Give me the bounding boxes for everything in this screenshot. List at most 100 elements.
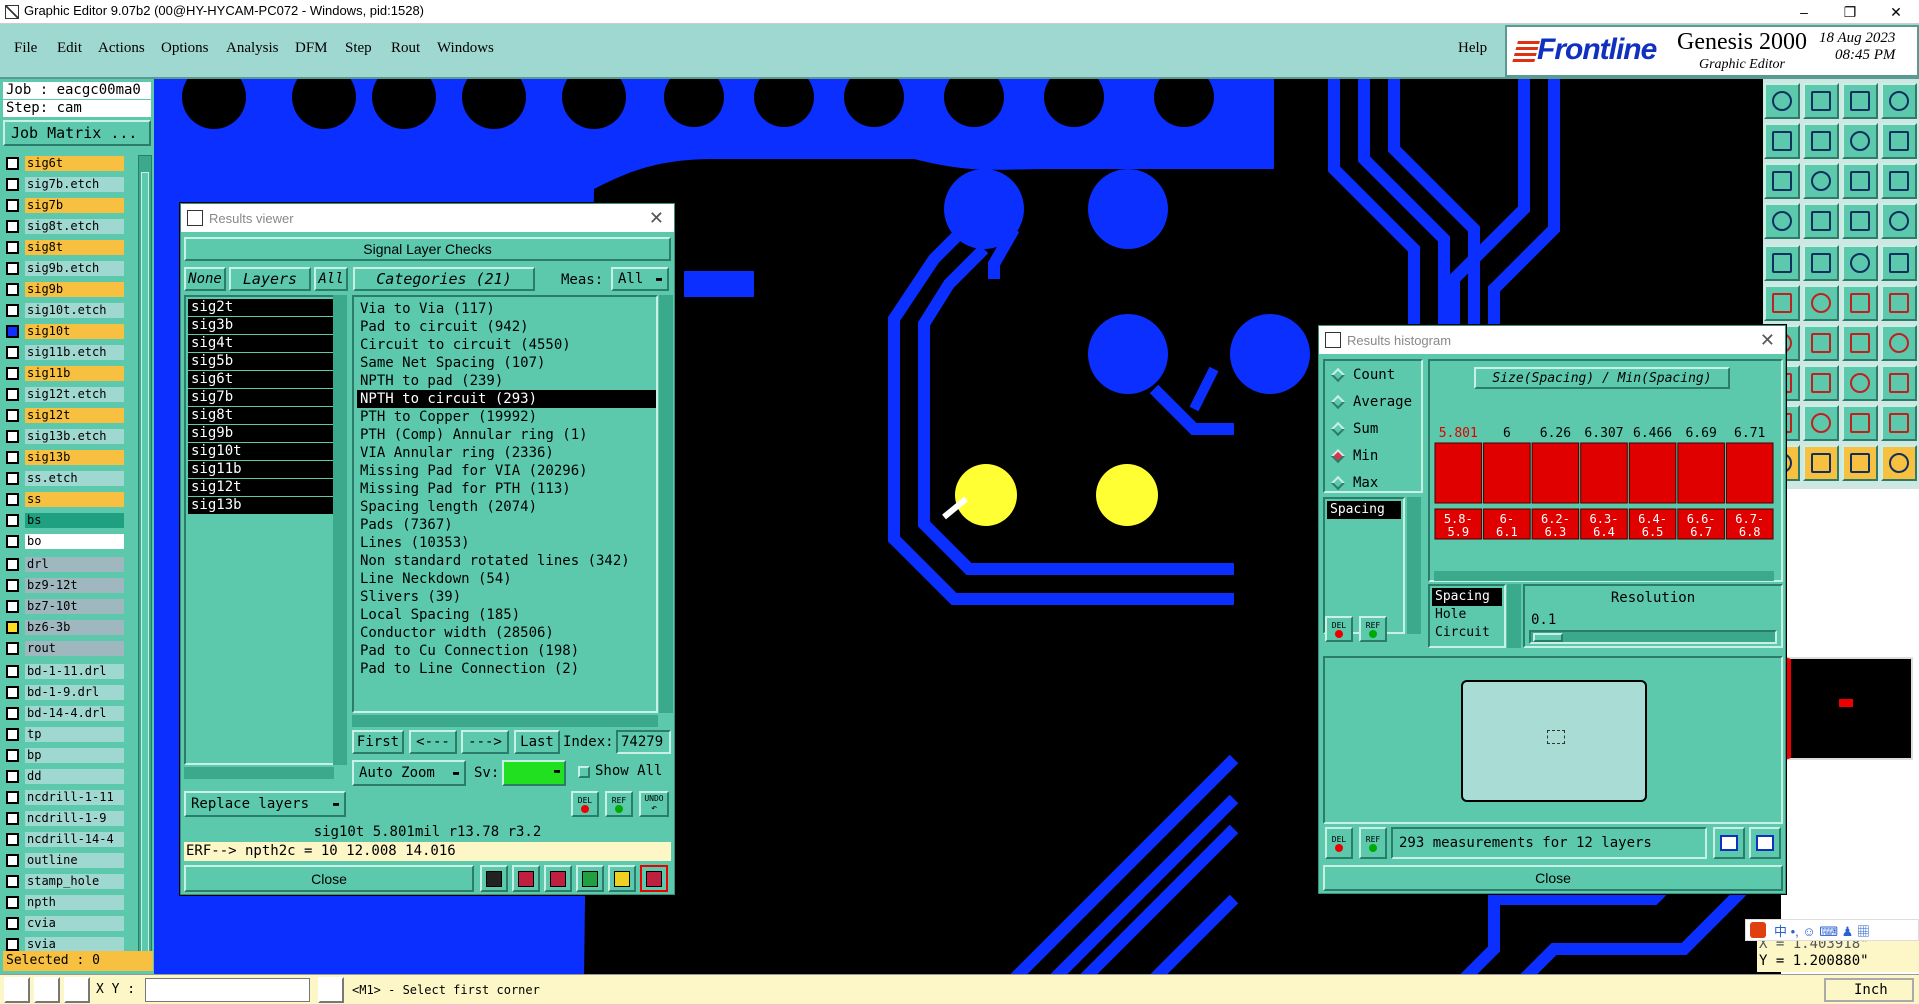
- layer-row[interactable]: sig6t: [6, 155, 124, 171]
- next-button[interactable]: --->: [461, 730, 509, 754]
- categories-button[interactable]: Categories (21): [353, 267, 535, 291]
- grid-icon[interactable]: [1803, 203, 1839, 239]
- chart-title-button[interactable]: Size(Spacing) / Min(Spacing): [1474, 367, 1730, 389]
- menu-file[interactable]: File: [14, 40, 37, 57]
- attribute-list[interactable]: Spacing Hole Circuit: [1428, 584, 1506, 648]
- layer-checkbox[interactable]: [6, 219, 19, 233]
- node-icon[interactable]: [1842, 285, 1878, 321]
- histogram-bar[interactable]: [1725, 442, 1774, 504]
- preview-box[interactable]: [1461, 680, 1647, 802]
- surface-icon[interactable]: [1881, 405, 1917, 441]
- histogram-close-button[interactable]: Close: [1323, 865, 1783, 891]
- close-window-button[interactable]: ✕: [1873, 0, 1919, 24]
- mode-min-radio[interactable]: Min: [1330, 448, 1378, 464]
- layer-label[interactable]: drl: [25, 556, 124, 572]
- layer-label[interactable]: cvia: [25, 915, 124, 931]
- category-item[interactable]: Pad to Line Connection (2): [357, 660, 656, 678]
- delete-icon[interactable]: [1803, 285, 1839, 321]
- layer-row[interactable]: bz9-12t: [6, 577, 124, 593]
- layer-row[interactable]: rout: [6, 640, 124, 656]
- prev-button[interactable]: <---: [409, 730, 457, 754]
- ref-button[interactable]: REF: [605, 791, 633, 817]
- result-layer-item[interactable]: sig3b: [188, 317, 335, 335]
- layer-row[interactable]: sig7b.etch: [6, 176, 124, 192]
- layer-row[interactable]: bd-14-4.drl: [6, 705, 124, 721]
- chart-hscroll[interactable]: [1434, 571, 1774, 581]
- ime-toolbar[interactable]: 中 •, ☺ ⌨ ♟ ▦: [1745, 919, 1919, 941]
- layer-list-scrollbar[interactable]: [138, 155, 152, 967]
- layer-row[interactable]: stamp_hole: [6, 873, 124, 889]
- category-item[interactable]: PTH to Copper (19992): [357, 408, 656, 426]
- layer-row[interactable]: ss.etch: [6, 470, 124, 486]
- result-layer-item[interactable]: sig9b: [188, 425, 335, 443]
- replace-layers-select[interactable]: Replace layers ▬: [184, 791, 346, 817]
- layer-checkbox[interactable]: [6, 534, 19, 548]
- category-list[interactable]: Via to Via (117) Pad to circuit (942) Circ…: [352, 295, 658, 713]
- menu-step[interactable]: Step: [345, 40, 372, 57]
- layer-checkbox[interactable]: [6, 387, 19, 401]
- layer-label[interactable]: bz7-10t: [25, 598, 124, 614]
- layer-label[interactable]: svia: [25, 936, 124, 952]
- layer-row[interactable]: ncdrill-14-4: [6, 831, 124, 847]
- result-layer-item[interactable]: sig5b: [188, 353, 335, 371]
- result-layer-item[interactable]: sig11b: [188, 461, 335, 479]
- layer-label[interactable]: sig11b.etch: [25, 344, 124, 360]
- layer-label[interactable]: rout: [25, 640, 124, 656]
- layer-row[interactable]: sig10t.etch: [6, 302, 124, 318]
- histogram-close-icon[interactable]: ✕: [1760, 330, 1775, 351]
- all-button[interactable]: All: [314, 267, 348, 291]
- result-layer-item[interactable]: sig12t: [188, 479, 335, 497]
- layer-label[interactable]: ncdrill-1-9: [25, 810, 124, 826]
- category-item[interactable]: Non standard rotated lines (342): [357, 552, 656, 570]
- layer-checkbox[interactable]: [6, 832, 19, 846]
- layer-row[interactable]: svia: [6, 936, 124, 952]
- result-layer-item[interactable]: sig7b: [188, 389, 335, 407]
- fit-icon[interactable]: [1881, 123, 1917, 159]
- category-item[interactable]: Conductor width (28506): [357, 624, 656, 642]
- layout-icon[interactable]: [1881, 83, 1917, 119]
- hist-del-button[interactable]: DEL: [1325, 616, 1353, 642]
- layer-checkbox[interactable]: [6, 366, 19, 380]
- layer-row[interactable]: tp: [6, 726, 124, 742]
- layer-checkbox[interactable]: [6, 685, 19, 699]
- layer-checkbox[interactable]: [6, 450, 19, 464]
- menu-options[interactable]: Options: [161, 40, 209, 57]
- layer-label[interactable]: bp: [25, 747, 124, 763]
- layers-button[interactable]: Layers: [229, 267, 311, 291]
- layer-row[interactable]: ncdrill-1-11: [6, 789, 124, 805]
- print-button[interactable]: [1749, 827, 1781, 859]
- attribute-list-scroll[interactable]: [1507, 584, 1521, 648]
- import-icon[interactable]: [1764, 83, 1800, 119]
- grid-icon[interactable]: [34, 977, 60, 1003]
- result-layer-item[interactable]: sig2t: [188, 299, 335, 317]
- layer-checkbox[interactable]: [6, 578, 19, 592]
- measure-icon[interactable]: [1764, 203, 1800, 239]
- clear-button[interactable]: [544, 865, 572, 892]
- xy-input[interactable]: [145, 978, 310, 1002]
- overview-map[interactable]: [1785, 657, 1913, 760]
- layer-row[interactable]: outline: [6, 852, 124, 868]
- layer-checkbox[interactable]: [6, 706, 19, 720]
- layer-checkbox[interactable]: [6, 408, 19, 422]
- result-layer-item[interactable]: sig8t: [188, 407, 335, 425]
- layer-label[interactable]: sig10t.etch: [25, 302, 124, 318]
- layer-label[interactable]: outline: [25, 852, 124, 868]
- layer-label[interactable]: bo: [25, 533, 124, 549]
- layer-label[interactable]: ncdrill-1-11: [25, 789, 124, 805]
- layer-row[interactable]: sig11b.etch: [6, 344, 124, 360]
- layer-checkbox[interactable]: [6, 811, 19, 825]
- help-icon[interactable]: [1881, 163, 1917, 199]
- signal-layer-checks-header[interactable]: Signal Layer Checks: [184, 237, 671, 261]
- hist-ref-button[interactable]: REF: [1359, 616, 1387, 642]
- layer-checkbox[interactable]: [6, 874, 19, 888]
- series-item[interactable]: Spacing: [1327, 501, 1401, 519]
- layer-checkbox[interactable]: [6, 282, 19, 296]
- shape-icon[interactable]: [1803, 405, 1839, 441]
- hist-del-button-2[interactable]: DEL: [1325, 827, 1353, 859]
- menu-rout[interactable]: Rout: [391, 40, 420, 57]
- layer-checkbox[interactable]: [6, 641, 19, 655]
- layer-row[interactable]: sig8t.etch: [6, 218, 124, 234]
- histogram-bar[interactable]: [1628, 442, 1677, 504]
- snap-icon[interactable]: [4, 977, 30, 1003]
- layer-label[interactable]: bd-14-4.drl: [25, 705, 124, 721]
